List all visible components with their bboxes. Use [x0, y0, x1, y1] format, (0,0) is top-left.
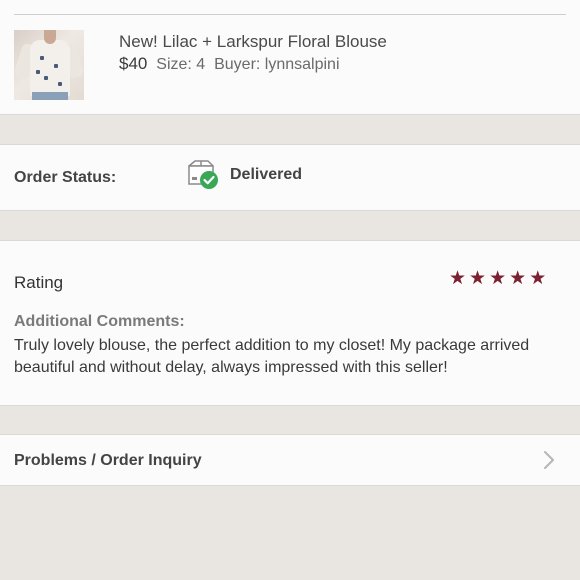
order-inquiry-label: Problems / Order Inquiry — [14, 452, 202, 469]
star-icon: ★ — [449, 268, 467, 289]
rating-label: Rating — [14, 273, 64, 292]
buyer-label: Buyer: — [214, 56, 261, 73]
item-title[interactable]: New! Lilac + Larkspur Floral Blouse — [119, 32, 387, 52]
rating-section: Rating ★ ★ ★ ★ ★ Additional Comments: Tr… — [0, 240, 580, 406]
divider — [14, 14, 566, 15]
star-icon: ★ — [469, 268, 487, 289]
order-status-label: Order Status: — [14, 169, 117, 186]
comments-label: Additional Comments: — [14, 313, 185, 330]
star-icon: ★ — [529, 268, 547, 289]
order-item-card: New! Lilac + Larkspur Floral Blouse $40 … — [0, 0, 580, 115]
comments-text: Truly lovely blouse, the perfect additio… — [14, 337, 530, 376]
product-photo-icon[interactable] — [14, 30, 84, 100]
size-value: 4 — [196, 56, 206, 73]
star-icon: ★ — [509, 268, 527, 289]
item-price: $40 — [119, 54, 148, 73]
order-inquiry-row[interactable]: Problems / Order Inquiry — [0, 434, 580, 486]
size-label: Size: — [156, 56, 192, 73]
star-rating: ★ ★ ★ ★ ★ — [449, 269, 546, 289]
delivered-box-icon — [188, 160, 218, 189]
buyer-value[interactable]: lynnsalpini — [265, 56, 340, 73]
star-icon: ★ — [489, 268, 507, 289]
chevron-right-icon — [544, 451, 554, 469]
item-meta: $40 Size: 4 Buyer: lynnsalpini — [119, 54, 340, 74]
order-status-value: Delivered — [230, 166, 303, 183]
